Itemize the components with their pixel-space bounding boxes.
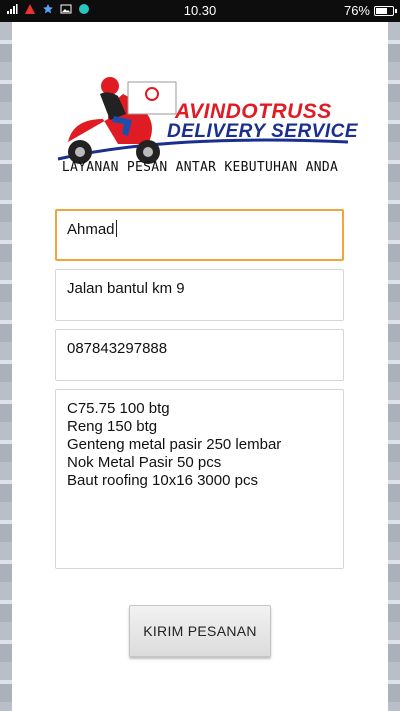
order-line: Nok Metal Pasir 50 pcs	[67, 454, 222, 471]
battery-percent: 76%	[343, 3, 370, 18]
name-input[interactable]: Ahmad	[55, 209, 344, 261]
app-panel: AVINDOTRUSS DELIVERY SERVICE LAYANAN PES…	[12, 22, 388, 711]
address-value: Jalan bantul km 9	[67, 280, 185, 297]
background-texture-left	[0, 22, 12, 711]
brand-subtitle: DELIVERY SERVICE	[167, 121, 359, 142]
background-texture-right	[388, 22, 400, 711]
tagline: LAYANAN PESAN ANTAR KEBUTUHAN ANDA	[61, 160, 339, 175]
text-caret	[115, 220, 117, 237]
name-value: Ahmad	[67, 221, 115, 238]
order-line: Reng 150 btg	[67, 418, 158, 435]
phone-value: 087843297888	[67, 340, 168, 357]
status-time: 10.30	[183, 3, 217, 18]
submit-order-button[interactable]: KIRIM PESANAN	[129, 605, 271, 657]
status-icons-right: 76%	[343, 3, 397, 18]
phone-input[interactable]: 087843297888	[55, 329, 344, 381]
order-line: C75.75 100 btg	[67, 400, 170, 417]
order-textarea[interactable]: C75.75 100 btg Reng 150 btg Genteng meta…	[55, 389, 344, 569]
order-line: Baut roofing 10x16 3000 pcs	[67, 472, 258, 489]
status-bar: 10.30 76%	[0, 0, 400, 22]
battery-icon	[374, 5, 397, 16]
address-input[interactable]: Jalan bantul km 9	[55, 269, 344, 321]
order-line: Genteng metal pasir 250 lembar	[67, 436, 282, 453]
